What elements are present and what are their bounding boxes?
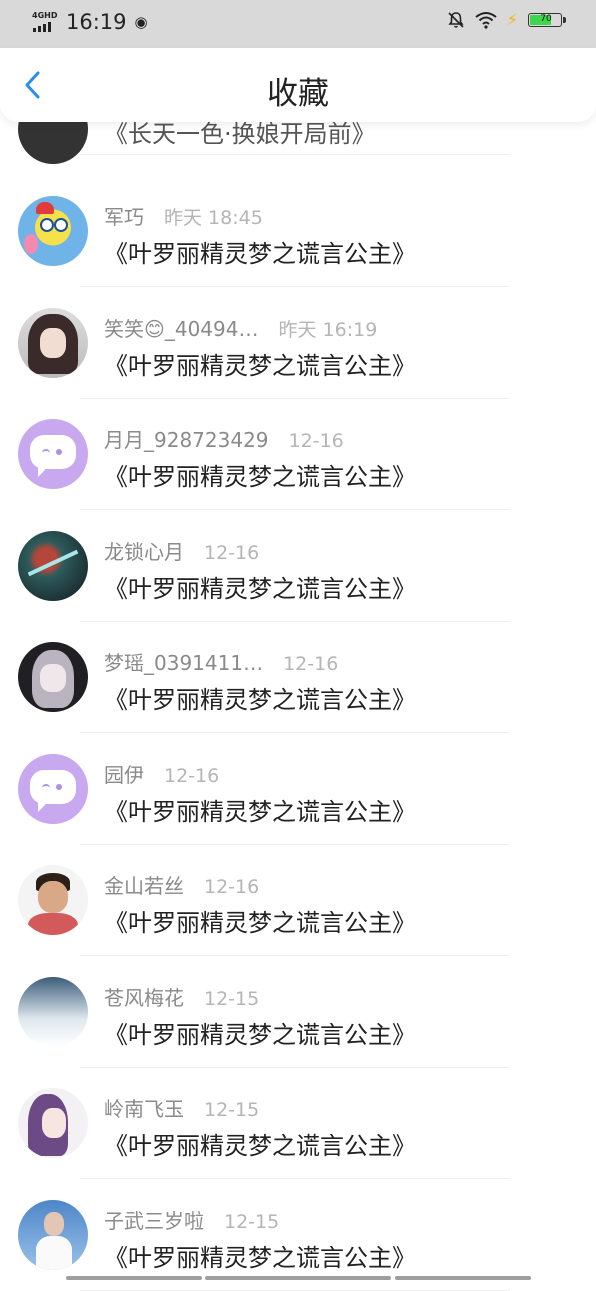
list-item[interactable]: 梦瑶_0391411… 12-16 《叶罗丽精灵梦之谎言公主》	[0, 604, 596, 733]
divider	[80, 1289, 510, 1291]
avatar[interactable]	[18, 753, 88, 824]
user-name[interactable]: 园伊	[104, 759, 144, 788]
battery-percent: 70	[540, 14, 552, 24]
avatar[interactable]	[18, 1088, 88, 1158]
list-item[interactable]: 军巧 昨天 18:45 《叶罗丽精灵梦之谎言公主》	[0, 158, 596, 287]
book-title[interactable]: 《叶罗丽精灵梦之谎言公主》	[104, 1238, 416, 1273]
home-indicator	[66, 1276, 202, 1280]
status-bar: 4GHD 16:19 ◉ ⚡ 70	[0, 0, 596, 48]
timestamp: 昨天 16:19	[278, 318, 378, 341]
item-meta: 金山若丝 12-16	[104, 870, 259, 899]
signal-icon: 4GHD	[32, 11, 58, 33]
book-title[interactable]: 《叶罗丽精灵梦之谎言公主》	[104, 792, 416, 827]
item-meta: 军巧 昨天 18:45	[104, 201, 263, 230]
avatar[interactable]	[18, 419, 88, 489]
avatar[interactable]	[18, 196, 88, 266]
timestamp: 12-16	[283, 653, 339, 675]
list-item[interactable]: 笑笑😊_40494… 昨天 16:19 《叶罗丽精灵梦之谎言公主》	[0, 270, 596, 399]
divider	[80, 154, 510, 155]
list-item[interactable]: 子武三岁啦 12-15 《叶罗丽精灵梦之谎言公主》	[0, 1162, 596, 1291]
timestamp: 昨天 18:45	[164, 207, 263, 229]
user-name[interactable]: 笑笑😊_40494…	[104, 313, 258, 342]
avatar[interactable]	[18, 530, 88, 601]
user-name[interactable]: 龙锁心月	[104, 536, 184, 565]
timestamp: 12-16	[204, 541, 260, 564]
list-item[interactable]: 岭南飞玉 12-15 《叶罗丽精灵梦之谎言公主》	[0, 1050, 596, 1179]
status-time: 16:19	[66, 10, 127, 34]
list-item[interactable]: 苍风梅花 12-15 《叶罗丽精灵梦之谎言公主》	[0, 939, 596, 1068]
book-title[interactable]: 《叶罗丽精灵梦之谎言公主》	[104, 457, 416, 492]
book-title[interactable]: 《叶罗丽精灵梦之谎言公主》	[104, 1015, 416, 1050]
avatar[interactable]	[18, 642, 88, 712]
page-title: 收藏	[267, 76, 329, 112]
home-indicator	[205, 1276, 391, 1280]
user-name[interactable]: 金山若丝	[104, 870, 184, 899]
weibo-icon: ◉	[134, 13, 148, 31]
item-meta: 龙锁心月 12-16	[104, 536, 259, 565]
item-meta: 笑笑😊_40494… 昨天 16:19	[104, 313, 377, 342]
favorites-list: 《长天一色·换娘开局前》 军巧 昨天 18:45 《叶罗丽精灵梦之谎言公主》 笑笑😊_…	[0, 94, 596, 1291]
item-meta: 岭南飞玉 12-15	[104, 1093, 259, 1122]
user-name[interactable]: 子武三岁啦	[104, 1205, 204, 1234]
user-name[interactable]: 月月_928723429	[104, 424, 269, 453]
user-name[interactable]: 苍风梅花	[104, 982, 184, 1011]
list-item[interactable]: 龙锁心月 12-16 《叶罗丽精灵梦之谎言公主》	[0, 493, 596, 622]
charging-icon: ⚡	[506, 10, 518, 29]
user-name[interactable]: 梦瑶_0391411…	[104, 647, 263, 676]
timestamp: 12-15	[204, 987, 260, 1010]
book-title[interactable]: 《叶罗丽精灵梦之谎言公主》	[104, 1126, 416, 1161]
item-meta: 苍风梅花 12-15	[104, 982, 259, 1011]
item-meta: 梦瑶_0391411… 12-16	[104, 647, 338, 676]
avatar[interactable]	[18, 1199, 88, 1270]
battery-icon: 70	[528, 13, 566, 27]
mute-bell-icon	[448, 12, 464, 28]
list-item[interactable]: 园伊 12-16 《叶罗丽精灵梦之谎言公主》	[0, 716, 596, 845]
home-indicator	[395, 1276, 531, 1280]
item-meta: 子武三岁啦 12-15	[104, 1205, 279, 1234]
item-meta: 园伊 12-16	[104, 759, 219, 788]
item-meta: 月月_928723429 12-16	[104, 424, 344, 453]
wifi-icon	[475, 12, 497, 29]
network-type: 4GHD	[32, 11, 58, 20]
avatar[interactable]	[18, 865, 88, 935]
avatar[interactable]	[18, 976, 88, 1047]
avatar[interactable]	[18, 307, 88, 378]
timestamp: 12-16	[288, 430, 344, 452]
timestamp: 12-16	[204, 876, 260, 898]
book-title[interactable]: 《叶罗丽精灵梦之谎言公主》	[104, 234, 416, 269]
book-title[interactable]: 《叶罗丽精灵梦之谎言公主》	[104, 680, 416, 715]
user-name[interactable]: 岭南飞玉	[104, 1093, 184, 1122]
nav-header: 收藏	[0, 48, 596, 122]
user-name[interactable]: 军巧	[104, 201, 144, 230]
list-item[interactable]: 金山若丝 12-16 《叶罗丽精灵梦之谎言公主》	[0, 827, 596, 956]
timestamp: 12-15	[224, 1210, 280, 1233]
timestamp: 12-15	[204, 1099, 260, 1121]
book-title[interactable]: 《叶罗丽精灵梦之谎言公主》	[104, 346, 416, 381]
timestamp: 12-16	[164, 764, 220, 787]
book-title[interactable]: 《叶罗丽精灵梦之谎言公主》	[104, 903, 416, 938]
list-item-partial[interactable]: 《长天一色·换娘开局前》	[0, 94, 596, 164]
list-item[interactable]: 月月_928723429 12-16 《叶罗丽精灵梦之谎言公主》	[0, 381, 596, 510]
book-title[interactable]: 《叶罗丽精灵梦之谎言公主》	[104, 569, 416, 604]
